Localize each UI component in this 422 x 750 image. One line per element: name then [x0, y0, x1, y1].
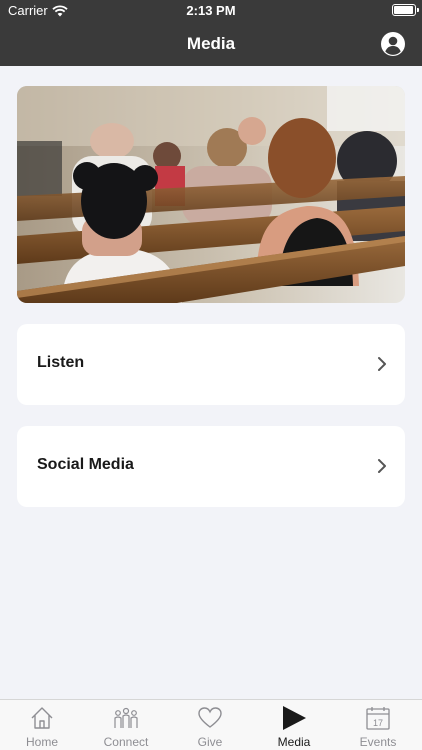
status-bar: Carrier 2:13 PM: [0, 0, 422, 22]
social-media-label: Social Media: [37, 456, 134, 473]
tab-media-label: Media: [277, 735, 311, 749]
nav-bar: Media: [0, 22, 422, 66]
tab-give[interactable]: Give: [168, 700, 252, 750]
tab-events[interactable]: 17 Events: [336, 700, 420, 750]
tab-connect-label: Connect: [103, 735, 149, 749]
tab-connect[interactable]: Connect: [84, 700, 168, 750]
listen-card[interactable]: Listen: [17, 324, 405, 405]
congregation-photo: [17, 86, 405, 303]
listen-label: Listen: [37, 354, 85, 371]
calendar-day: 17: [373, 718, 383, 728]
hero-image: [17, 86, 405, 303]
battery-icon: [392, 4, 419, 16]
social-media-card[interactable]: Social Media: [17, 426, 405, 507]
tab-home[interactable]: Home: [0, 700, 84, 750]
chevron-right-icon: [378, 357, 386, 371]
heart-icon: [198, 707, 222, 728]
play-icon: [283, 706, 306, 730]
tab-give-label: Give: [197, 735, 223, 749]
chevron-right-icon: [378, 459, 386, 473]
calendar-icon: 17: [366, 707, 390, 730]
home-icon: [31, 707, 53, 729]
status-time: 2:13 PM: [186, 3, 236, 18]
battery-fill: [394, 6, 413, 14]
tab-bar: Home Connect Give Media 17 Events: [0, 699, 422, 750]
person-circle-icon[interactable]: [381, 32, 405, 56]
tab-home-label: Home: [25, 735, 58, 749]
tab-media[interactable]: Media: [252, 700, 336, 750]
tab-events-label: Events: [359, 735, 397, 749]
people-icon: [114, 707, 138, 728]
page-title: Media: [186, 34, 236, 53]
